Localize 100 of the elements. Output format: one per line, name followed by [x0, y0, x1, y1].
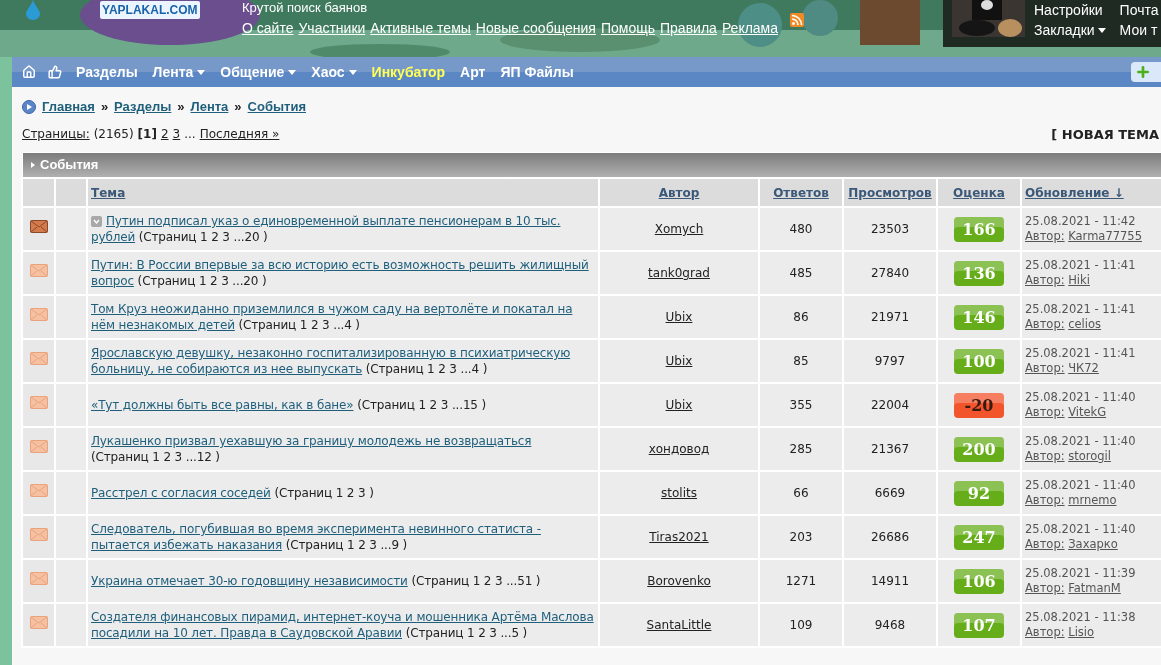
section-title: События — [40, 156, 99, 175]
replies-cell: 85 — [760, 340, 842, 382]
update-time: 25.08.2021 - 11:39 — [1025, 566, 1136, 580]
update-time: 25.08.2021 - 11:41 — [1025, 346, 1136, 360]
rating-badge: 146 — [954, 304, 1004, 330]
header-cell — [56, 179, 86, 206]
author-link[interactable]: хондовод — [648, 442, 710, 456]
replies-cell: 480 — [760, 208, 842, 250]
breadcrumb-link[interactable]: Разделы — [114, 97, 172, 117]
rating-badge: 200 — [954, 436, 1004, 462]
rating-badge: 107 — [954, 612, 1004, 638]
arrow-icon — [31, 162, 35, 168]
rating-badge: -20 — [954, 392, 1004, 418]
replies-cell: 355 — [760, 384, 842, 426]
last-author-label: Автор: — [1025, 625, 1065, 639]
last-author-link[interactable]: mrnemo — [1068, 493, 1117, 507]
last-author-link[interactable]: FatmanM — [1068, 581, 1121, 595]
views-cell: 14911 — [844, 560, 936, 602]
nav-item[interactable]: Инкубатор — [371, 61, 446, 83]
views-cell: 27840 — [844, 252, 936, 294]
replies-cell: 1271 — [760, 560, 842, 602]
last-author-link[interactable]: Захарко — [1068, 537, 1118, 551]
nav-item[interactable]: Хаос — [311, 61, 357, 83]
views-cell: 9797 — [844, 340, 936, 382]
update-time: 25.08.2021 - 11:41 — [1025, 258, 1136, 272]
replies-cell: 86 — [760, 296, 842, 338]
last-author-label: Автор: — [1025, 273, 1065, 287]
page-link[interactable]: [1] — [137, 125, 157, 144]
replies-cell: 109 — [760, 604, 842, 646]
last-author-link[interactable]: VitekG — [1068, 405, 1107, 419]
rating-badge: 106 — [954, 568, 1004, 594]
last-author-link[interactable]: Lisio — [1068, 625, 1095, 639]
page-link[interactable]: 2 — [160, 125, 169, 144]
author-link[interactable]: SantaLittle — [646, 618, 712, 632]
column-header[interactable]: Автор — [658, 185, 700, 200]
nav-item[interactable]: Разделы — [76, 61, 138, 83]
views-cell: 22004 — [844, 384, 936, 426]
replies-cell: 66 — [760, 472, 842, 514]
nav-item[interactable]: Общение — [220, 61, 297, 83]
add-button[interactable] — [1131, 62, 1161, 82]
update-time: 25.08.2021 - 11:40 — [1025, 434, 1136, 448]
caret-icon — [348, 69, 357, 75]
update-time: 25.08.2021 - 11:38 — [1025, 610, 1136, 624]
author-link[interactable]: tank0grad — [648, 266, 710, 280]
nav-item[interactable]: Лента — [152, 61, 206, 83]
author-link[interactable]: Ubix — [665, 354, 693, 368]
views-cell: 23503 — [844, 208, 936, 250]
update-time: 25.08.2021 - 11:40 — [1025, 390, 1136, 404]
last-author-link[interactable]: celios — [1068, 317, 1102, 331]
views-cell: 9468 — [844, 604, 936, 646]
last-author-link[interactable]: ЧК72 — [1068, 361, 1099, 375]
home-icon[interactable] — [22, 65, 36, 79]
author-link[interactable]: stolits — [661, 486, 697, 500]
pages-count: (2165) — [93, 126, 134, 144]
breadcrumb-link[interactable]: События — [247, 97, 306, 117]
last-author-label: Автор: — [1025, 493, 1065, 507]
new-topic-link[interactable]: [ НОВАЯ ТЕМА — [1051, 124, 1159, 144]
author-link[interactable]: Tiras2021 — [649, 530, 709, 544]
header-cell — [23, 179, 54, 206]
author-link[interactable]: Xomych — [654, 222, 704, 236]
update-time: 25.08.2021 - 11:41 — [1025, 302, 1136, 316]
last-author-label: Автор: — [1025, 537, 1065, 551]
page-link[interactable]: 3 — [172, 125, 181, 144]
last-author-link[interactable]: Hiki — [1068, 273, 1090, 287]
update-time: 25.08.2021 - 11:40 — [1025, 478, 1136, 492]
last-author-label: Автор: — [1025, 361, 1065, 375]
play-icon — [22, 99, 36, 114]
last-author-label: Автор: — [1025, 229, 1065, 243]
rating-badge: 136 — [954, 260, 1004, 286]
nav-item[interactable]: ЯП Файлы — [500, 61, 574, 83]
plus-icon — [1135, 64, 1151, 80]
last-author-link[interactable]: storogil — [1068, 449, 1111, 463]
last-author-label: Автор: — [1025, 581, 1065, 595]
rating-badge: 100 — [954, 348, 1004, 374]
author-link[interactable]: Borovenko — [647, 574, 711, 588]
views-cell: 6669 — [844, 472, 936, 514]
nav-item[interactable]: Арт — [460, 61, 486, 83]
rating-badge: 247 — [954, 524, 1004, 550]
thumbs-up-icon[interactable] — [48, 65, 62, 79]
update-time: 25.08.2021 - 11:40 — [1025, 522, 1136, 536]
breadcrumb-link[interactable]: Главная — [42, 97, 95, 117]
pages-label[interactable]: Страницы: — [22, 125, 90, 144]
views-cell: 26686 — [844, 516, 936, 558]
caret-icon — [288, 69, 297, 75]
update-time: 25.08.2021 - 11:42 — [1025, 214, 1136, 228]
author-link[interactable]: Ubix — [665, 398, 693, 412]
breadcrumb-separator: » — [177, 98, 185, 116]
replies-cell: 285 — [760, 428, 842, 470]
caret-icon — [197, 69, 206, 75]
last-author-link[interactable]: Karma77755 — [1068, 229, 1142, 243]
author-link[interactable]: Ubix — [665, 310, 693, 324]
last-author-label: Автор: — [1025, 449, 1065, 463]
pages-ellipsis: ... — [184, 126, 196, 144]
views-cell: 21971 — [844, 296, 936, 338]
breadcrumb-separator: » — [234, 98, 242, 116]
breadcrumb-link[interactable]: Лента — [190, 97, 229, 117]
last-page-link[interactable]: Последняя » — [199, 125, 280, 144]
column-header[interactable]: Тема — [91, 185, 126, 200]
last-author-label: Автор: — [1025, 317, 1065, 331]
breadcrumb-separator: » — [100, 98, 109, 116]
